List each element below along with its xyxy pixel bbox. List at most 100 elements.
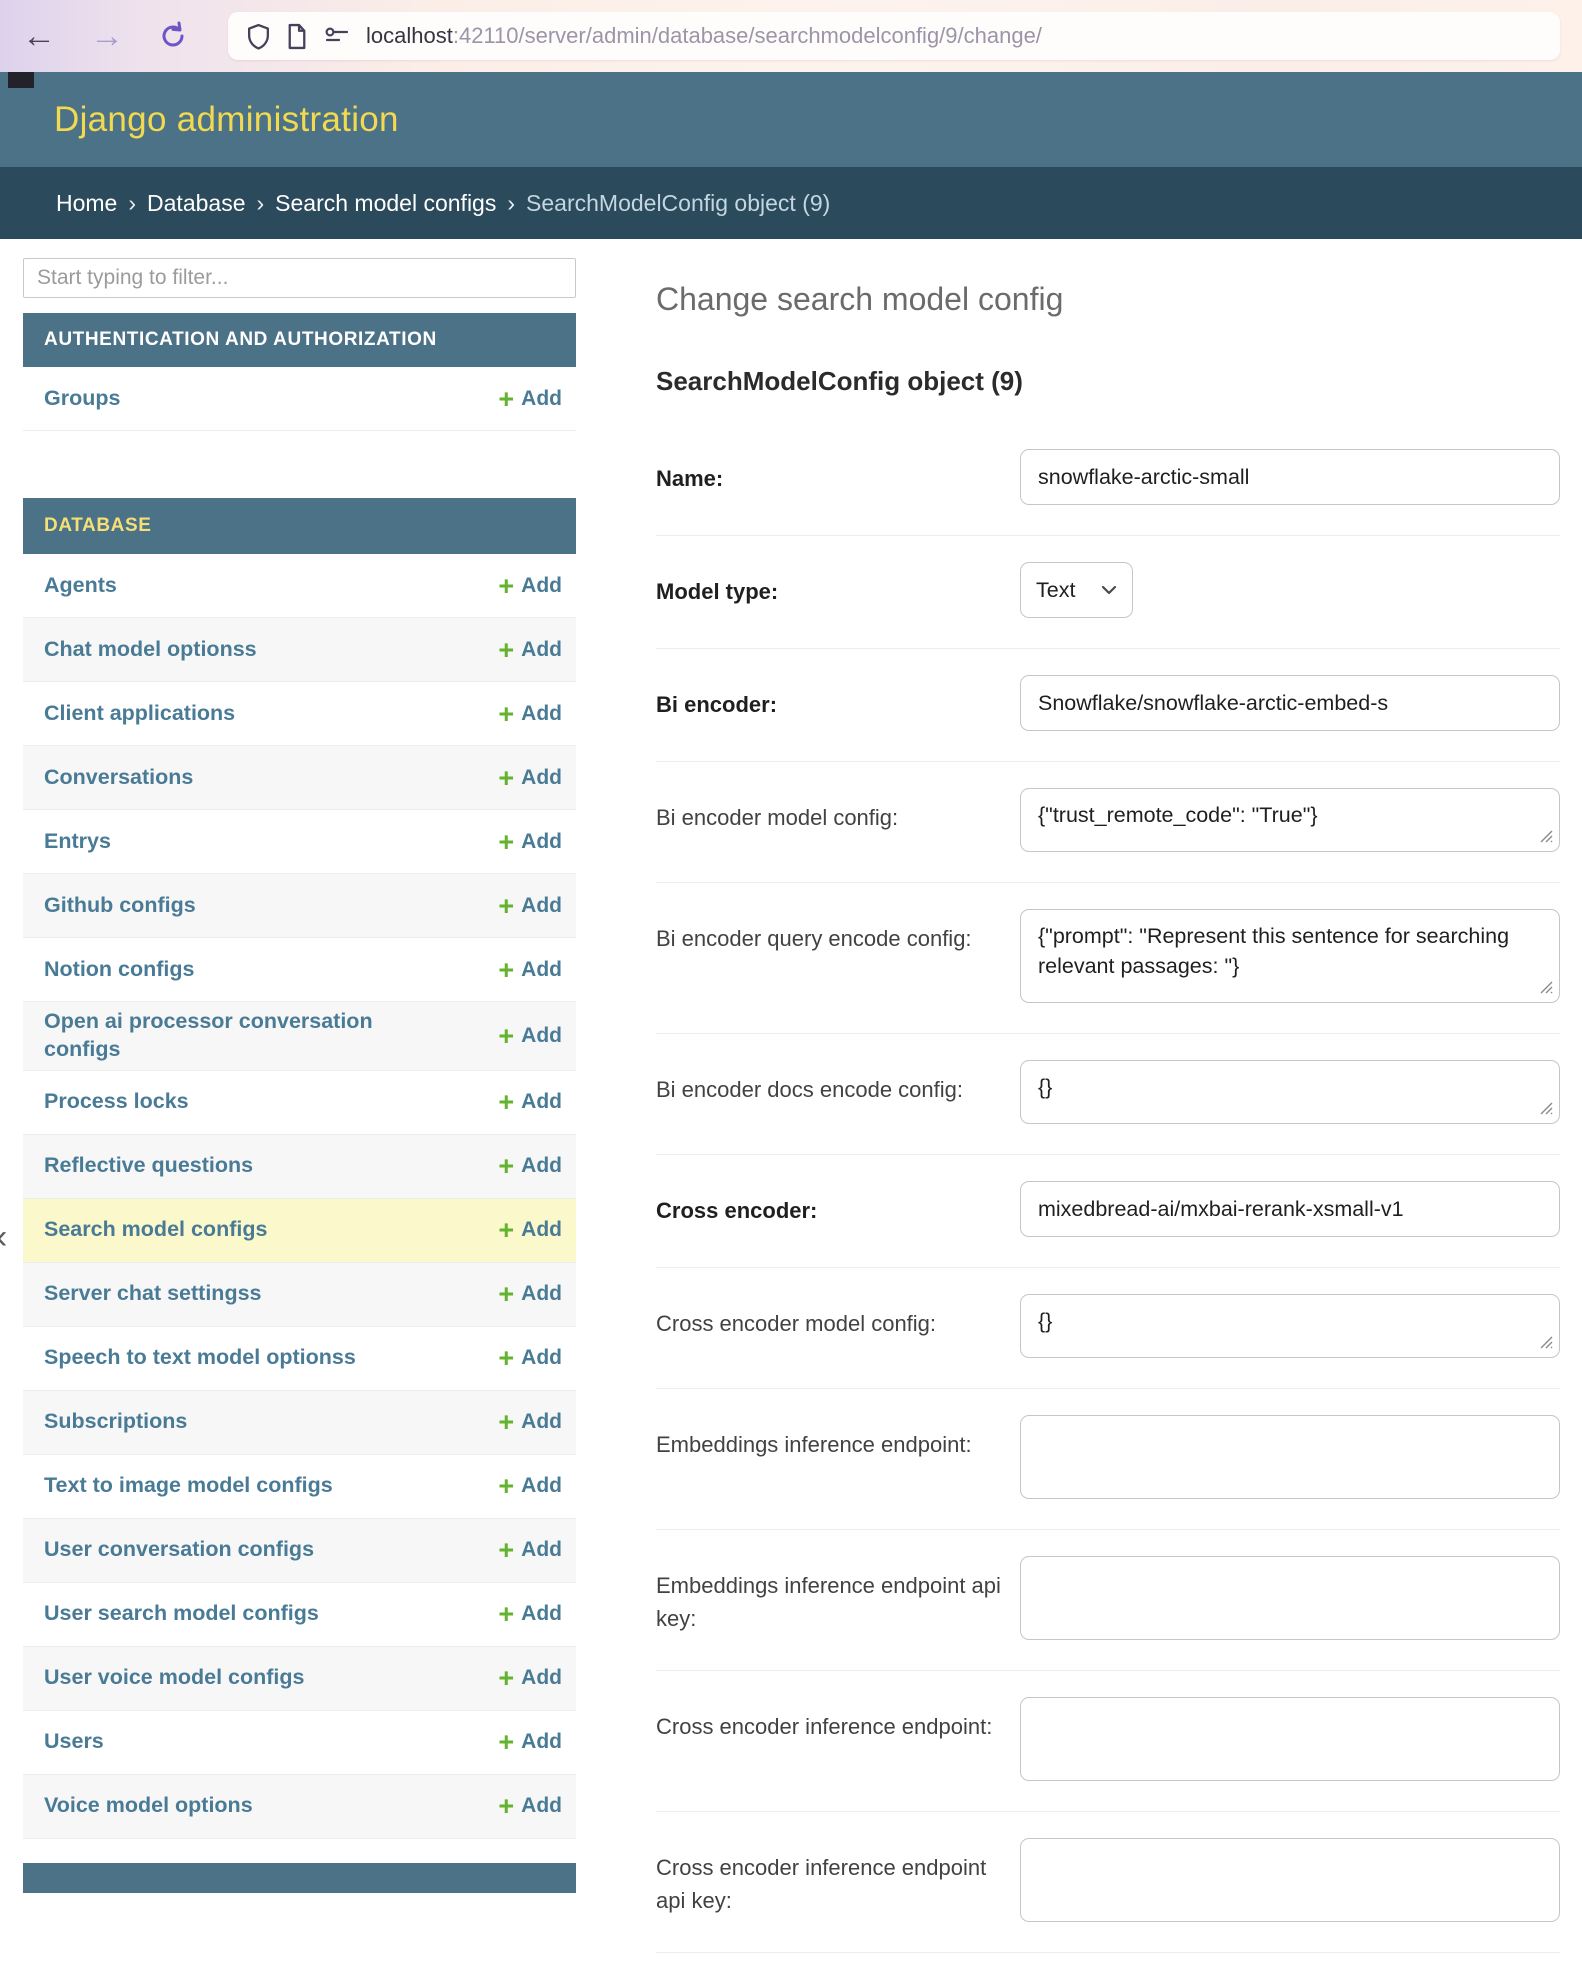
form-row-bi-encoder-confidence-threshold: Bi encoder confidence threshold: — [656, 1953, 1560, 1970]
cross-encoder-input[interactable] — [1020, 1181, 1560, 1237]
entrys-link[interactable]: Entrys — [44, 828, 111, 856]
form-row-model-type: Model type: Text — [656, 536, 1560, 649]
sidebar-filter-input[interactable] — [23, 258, 576, 298]
cross-encoder-inference-endpoint-input[interactable] — [1020, 1697, 1560, 1781]
cross-encoder-inference-endpoint-api-key-input[interactable] — [1020, 1838, 1560, 1922]
database-module: DATABASE Agents +Add Chat model optionss… — [23, 498, 576, 1839]
add-search-model-configs-button[interactable]: +Add — [498, 1218, 562, 1242]
bi-encoder-docs-encode-config-textarea[interactable]: {} — [1020, 1060, 1560, 1124]
speech-to-text-model-optionss-link[interactable]: Speech to text model optionss — [44, 1344, 356, 1372]
sidebar-item-groups: Groups +Add — [23, 367, 576, 431]
breadcrumb-database[interactable]: Database — [147, 190, 245, 217]
subscriptions-link[interactable]: Subscriptions — [44, 1408, 187, 1436]
server-chat-settingss-link[interactable]: Server chat settingss — [44, 1280, 262, 1308]
add-text-to-image-button[interactable]: +Add — [498, 1474, 562, 1498]
breadcrumb-separator: › — [507, 190, 515, 217]
form-row-embeddings-inference-endpoint-api-key: Embeddings inference endpoint api key: — [656, 1530, 1560, 1671]
url-text: localhost:42110/server/admin/database/se… — [366, 23, 1042, 49]
browser-forward-button[interactable]: → — [90, 19, 124, 53]
resize-handle-icon[interactable] — [1540, 1336, 1553, 1349]
sidebar-item-voice-model-options: Voice model options +Add — [23, 1775, 576, 1839]
bi-encoder-input[interactable] — [1020, 675, 1560, 731]
address-bar[interactable]: localhost:42110/server/admin/database/se… — [228, 12, 1560, 60]
form-row-cross-encoder: Cross encoder: — [656, 1155, 1560, 1268]
groups-link[interactable]: Groups — [44, 385, 120, 413]
breadcrumb-search-model-configs[interactable]: Search model configs — [275, 190, 496, 217]
add-chat-model-optionss-button[interactable]: +Add — [498, 638, 562, 662]
add-notion-configs-button[interactable]: +Add — [498, 958, 562, 982]
voice-model-options-link[interactable]: Voice model options — [44, 1792, 253, 1820]
add-process-locks-button[interactable]: +Add — [498, 1090, 562, 1114]
bi-encoder-query-encode-config-textarea[interactable]: {"prompt": "Represent this sentence for … — [1020, 909, 1560, 1003]
sidebar-item-search-model-configs: Search model configs +Add — [23, 1199, 576, 1263]
bi-encoder-label: Bi encoder: — [656, 675, 1020, 731]
sidebar-collapse-toggle[interactable]: ‹ — [0, 1218, 7, 1257]
user-voice-model-configs-link[interactable]: User voice model configs — [44, 1664, 304, 1692]
breadcrumb-home[interactable]: Home — [56, 190, 117, 217]
add-conversations-button[interactable]: +Add — [498, 766, 562, 790]
sidebar-item-process-locks: Process locks +Add — [23, 1071, 576, 1135]
resize-handle-icon[interactable] — [1540, 981, 1553, 994]
form-row-name: Name: — [656, 423, 1560, 536]
form-row-cross-encoder-inference-endpoint-api-key: Cross encoder inference endpoint api key… — [656, 1812, 1560, 1953]
add-user-voice-model-configs-button[interactable]: +Add — [498, 1666, 562, 1690]
sidebar-item-chat-model-optionss: Chat model optionss +Add — [23, 618, 576, 682]
add-users-button[interactable]: +Add — [498, 1730, 562, 1754]
open-ai-processor-conversation-configs-link[interactable]: Open ai processor conversation configs — [44, 1008, 389, 1064]
site-settings-icon[interactable] — [323, 25, 351, 47]
name-input[interactable] — [1020, 449, 1560, 505]
browser-back-button[interactable]: ← — [22, 19, 56, 53]
sidebar-item-user-search-model-configs: User search model configs +Add — [23, 1583, 576, 1647]
process-locks-link[interactable]: Process locks — [44, 1088, 189, 1116]
browser-toolbar: ← → localhost:42110/server/admin/da — [0, 0, 1582, 72]
embeddings-inference-endpoint-label: Embeddings inference endpoint: — [656, 1415, 1020, 1499]
resize-handle-icon[interactable] — [1540, 830, 1553, 843]
sidebar-item-github-configs: Github configs +Add — [23, 874, 576, 938]
text-to-image-model-configs-link[interactable]: Text to image model configs — [44, 1472, 333, 1500]
embeddings-inference-endpoint-api-key-input[interactable] — [1020, 1556, 1560, 1640]
add-speech-to-text-button[interactable]: +Add — [498, 1346, 562, 1370]
client-applications-link[interactable]: Client applications — [44, 700, 235, 728]
add-subscriptions-button[interactable]: +Add — [498, 1410, 562, 1434]
bi-encoder-model-config-textarea[interactable]: {"trust_remote_code": "True"} — [1020, 788, 1560, 852]
users-link[interactable]: Users — [44, 1728, 104, 1756]
agents-link[interactable]: Agents — [44, 572, 117, 600]
shield-icon[interactable] — [246, 23, 271, 50]
add-voice-model-options-button[interactable]: +Add — [498, 1794, 562, 1818]
conversations-link[interactable]: Conversations — [44, 764, 193, 792]
sidebar-item-notion-configs: Notion configs +Add — [23, 938, 576, 1002]
search-model-configs-link[interactable]: Search model configs — [44, 1216, 267, 1244]
add-open-ai-processor-button[interactable]: +Add — [498, 1024, 562, 1048]
add-agents-button[interactable]: +Add — [498, 574, 562, 598]
site-title[interactable]: Django administration — [54, 100, 399, 140]
sidebar-item-client-applications: Client applications +Add — [23, 682, 576, 746]
add-client-applications-button[interactable]: +Add — [498, 702, 562, 726]
embeddings-inference-endpoint-input[interactable] — [1020, 1415, 1560, 1499]
add-github-configs-button[interactable]: +Add — [498, 894, 562, 918]
cross-encoder-model-config-textarea[interactable]: {} — [1020, 1294, 1560, 1358]
page-icon[interactable] — [286, 23, 308, 50]
add-groups-button[interactable]: +Add — [498, 387, 562, 411]
sidebar-item-user-voice-model-configs: User voice model configs +Add — [23, 1647, 576, 1711]
model-type-selected-value: Text — [1036, 578, 1075, 603]
next-module-header-clipped — [23, 1863, 576, 1893]
add-entrys-button[interactable]: +Add — [498, 830, 562, 854]
add-user-conversation-configs-button[interactable]: +Add — [498, 1538, 562, 1562]
add-user-search-model-configs-button[interactable]: +Add — [498, 1602, 562, 1626]
github-configs-link[interactable]: Github configs — [44, 892, 196, 920]
django-admin-header: Django administration — [0, 72, 1582, 167]
name-label: Name: — [656, 449, 1020, 505]
refresh-icon — [158, 21, 188, 51]
user-conversation-configs-link[interactable]: User conversation configs — [44, 1536, 314, 1564]
user-search-model-configs-link[interactable]: User search model configs — [44, 1600, 319, 1628]
reflective-questions-link[interactable]: Reflective questions — [44, 1152, 253, 1180]
browser-refresh-button[interactable] — [158, 21, 188, 51]
resize-handle-icon[interactable] — [1540, 1102, 1553, 1115]
add-server-chat-settingss-button[interactable]: +Add — [498, 1282, 562, 1306]
sidebar-item-agents: Agents +Add — [23, 554, 576, 618]
form-row-embeddings-inference-endpoint: Embeddings inference endpoint: — [656, 1389, 1560, 1530]
model-type-select[interactable]: Text — [1020, 562, 1133, 618]
notion-configs-link[interactable]: Notion configs — [44, 956, 194, 984]
chat-model-optionss-link[interactable]: Chat model optionss — [44, 636, 257, 664]
add-reflective-questions-button[interactable]: +Add — [498, 1154, 562, 1178]
